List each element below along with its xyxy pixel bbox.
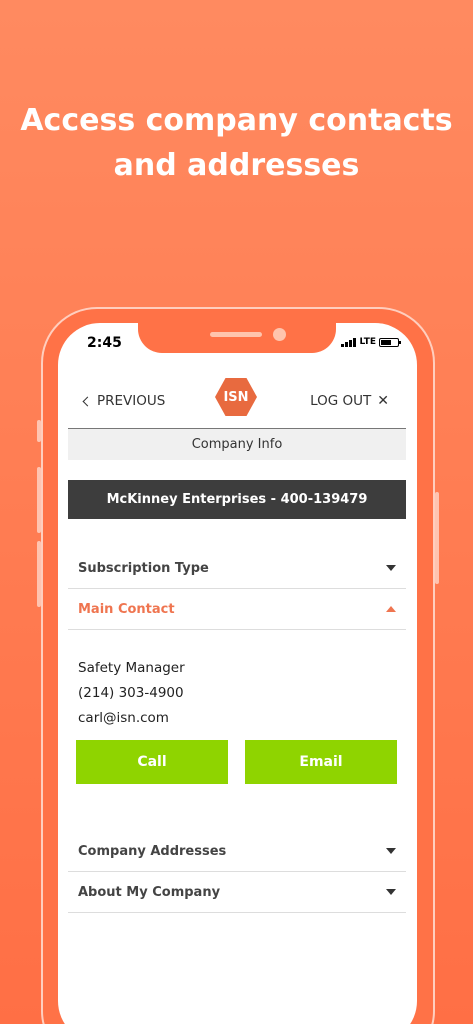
- email-button[interactable]: Email: [245, 740, 397, 784]
- headline-line-2: and addresses: [113, 148, 360, 183]
- accordion-main-contact[interactable]: Main Contact: [68, 589, 406, 630]
- status-time: 2:45: [87, 335, 122, 351]
- caret-down-icon: [386, 889, 396, 895]
- accordion-company-addresses[interactable]: Company Addresses: [68, 831, 406, 872]
- caret-down-icon: [386, 565, 396, 571]
- phone-side-button-volume-up: [37, 467, 41, 533]
- speaker: [210, 332, 262, 337]
- company-name-bar: McKinney Enterprises - 400-139479: [68, 480, 406, 519]
- notch: [138, 323, 336, 353]
- camera: [273, 328, 286, 341]
- caret-down-icon: [386, 848, 396, 854]
- network-label: LTE: [359, 337, 376, 347]
- logout-button[interactable]: LOG OUT ✕: [310, 393, 389, 409]
- isn-logo: ISN: [215, 378, 257, 416]
- accordion-label: About My Company: [78, 884, 221, 900]
- chevron-left-icon: [82, 396, 93, 406]
- status-indicators: LTE: [341, 337, 401, 347]
- logo-text: ISN: [223, 389, 249, 405]
- page-title: Company Info: [68, 428, 406, 460]
- contact-email: carl@isn.com: [78, 710, 169, 726]
- contact-phone: (214) 303-4900: [78, 685, 184, 701]
- logout-label: LOG OUT: [310, 393, 372, 409]
- phone-side-button-mute: [37, 420, 41, 442]
- headline-line-1: Access company contacts: [20, 103, 453, 138]
- phone-side-button-volume-down: [37, 541, 41, 607]
- signal-icon: [341, 337, 357, 347]
- main-contact-details: Safety Manager (214) 303-4900 carl@isn.c…: [78, 656, 185, 731]
- previous-label: PREVIOUS: [97, 393, 166, 409]
- contact-title: Safety Manager: [78, 660, 185, 676]
- call-button[interactable]: Call: [76, 740, 228, 784]
- accordion-label: Subscription Type: [78, 560, 209, 576]
- accordion-subscription-type[interactable]: Subscription Type: [68, 548, 406, 589]
- accordion-label: Company Addresses: [78, 843, 227, 859]
- accordion-about-my-company[interactable]: About My Company: [68, 872, 406, 913]
- previous-button[interactable]: PREVIOUS: [82, 393, 166, 409]
- close-icon: ✕: [377, 393, 389, 409]
- phone-screen: 2:45 LTE PREVIOUS ISN LOG OUT ✕ Company …: [58, 323, 417, 1024]
- accordion-label: Main Contact: [78, 601, 175, 617]
- caret-up-icon: [386, 606, 396, 612]
- headline: Access company contacts and addresses: [0, 98, 473, 188]
- battery-icon: [379, 337, 401, 347]
- phone-side-button-power: [435, 492, 439, 584]
